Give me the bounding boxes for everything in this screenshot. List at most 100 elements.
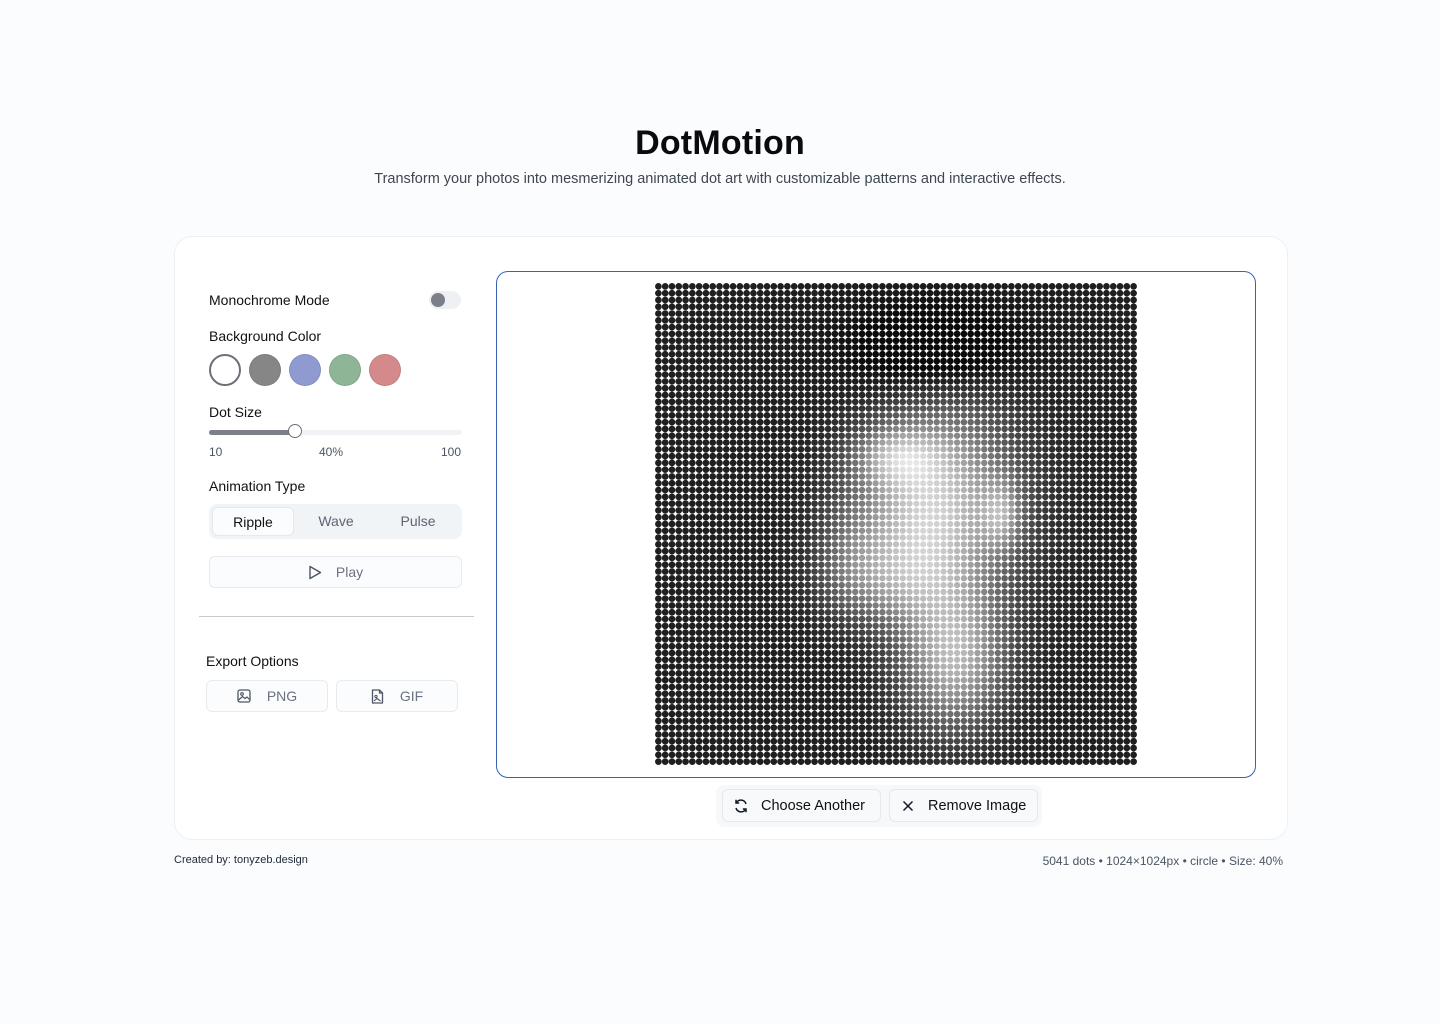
- dot: [987, 554, 995, 562]
- dot: [1082, 425, 1090, 433]
- dot-size-slider[interactable]: [209, 424, 462, 438]
- background-swatch[interactable]: [329, 354, 361, 386]
- dot: [838, 364, 846, 372]
- dot: [777, 371, 784, 378]
- dot: [851, 636, 859, 643]
- export-gif-button[interactable]: GIF: [336, 680, 458, 712]
- dot: [722, 473, 730, 480]
- dot: [763, 378, 771, 385]
- dot: [1048, 642, 1056, 650]
- dot: [811, 588, 818, 596]
- dot: [1062, 439, 1070, 446]
- dot: [1021, 398, 1029, 406]
- dot: [1048, 303, 1056, 311]
- dot: [702, 541, 710, 548]
- dot: [1014, 541, 1022, 548]
- dot: [1042, 500, 1049, 507]
- dot: [675, 751, 683, 759]
- dot: [1055, 391, 1063, 399]
- dot: [1069, 513, 1076, 521]
- dot: [1109, 316, 1117, 324]
- dot: [750, 337, 757, 345]
- animation-option-ripple[interactable]: Ripple: [212, 507, 294, 536]
- dot: [784, 520, 791, 528]
- animation-option-wave[interactable]: Wave: [295, 507, 377, 536]
- dot-art-canvas[interactable]: [655, 283, 1137, 765]
- dot: [940, 663, 947, 670]
- dot: [1055, 289, 1063, 297]
- dot: [845, 683, 852, 691]
- dot: [756, 344, 764, 351]
- dot: [811, 581, 818, 589]
- dot: [865, 371, 873, 379]
- dot: [1028, 303, 1036, 311]
- dot: [722, 744, 730, 752]
- dot: [1001, 289, 1008, 297]
- dot: [1028, 656, 1036, 664]
- dot: [1001, 446, 1008, 453]
- dot: [1062, 500, 1070, 507]
- dot: [933, 446, 940, 453]
- dot: [865, 751, 873, 759]
- dot: [777, 316, 784, 324]
- dot: [1035, 568, 1042, 575]
- dot: [668, 445, 676, 453]
- dot: [899, 323, 907, 331]
- dot: [892, 493, 900, 500]
- dot: [682, 554, 689, 562]
- dot: [886, 446, 893, 453]
- dot: [1109, 636, 1117, 643]
- dot: [879, 724, 886, 731]
- background-swatch[interactable]: [249, 354, 281, 386]
- dot: [750, 330, 757, 338]
- dot: [852, 527, 859, 534]
- dot: [994, 744, 1002, 752]
- dot: [722, 608, 730, 616]
- dot: [702, 330, 710, 338]
- dot: [906, 622, 913, 630]
- dot: [756, 717, 764, 725]
- dot: [1062, 391, 1070, 399]
- dot: [879, 683, 886, 691]
- dot: [1082, 493, 1090, 501]
- animation-option-pulse[interactable]: Pulse: [377, 507, 459, 536]
- dot: [974, 690, 981, 697]
- dot: [953, 418, 961, 426]
- dot: [886, 507, 893, 514]
- dot: [865, 710, 873, 718]
- slider-thumb[interactable]: [288, 424, 303, 438]
- dot: [784, 541, 791, 548]
- export-png-button[interactable]: PNG: [206, 680, 328, 712]
- dot: [1069, 378, 1076, 385]
- dot: [811, 439, 818, 446]
- dot: [865, 670, 873, 677]
- dot: [1103, 744, 1110, 752]
- dot: [892, 751, 900, 759]
- dot: [1055, 330, 1063, 338]
- dot: [940, 704, 947, 711]
- dot: [1055, 588, 1063, 596]
- dot-art-preview[interactable]: [496, 271, 1256, 778]
- dot: [1075, 581, 1083, 589]
- dot: [736, 507, 744, 514]
- dot: [668, 588, 676, 596]
- dot: [899, 554, 906, 562]
- dot: [1001, 615, 1008, 623]
- dot: [777, 513, 784, 521]
- monochrome-toggle[interactable]: [429, 291, 461, 309]
- dot: [736, 425, 744, 433]
- dot: [811, 310, 818, 317]
- play-button[interactable]: Play: [209, 556, 462, 588]
- dot: [729, 642, 737, 650]
- background-swatch[interactable]: [289, 354, 321, 386]
- dot: [913, 731, 920, 738]
- background-swatch[interactable]: [209, 354, 241, 386]
- dot: [1062, 622, 1070, 630]
- background-swatch[interactable]: [369, 354, 401, 386]
- dot: [702, 316, 710, 324]
- dot: [1096, 500, 1104, 507]
- dot: [1109, 602, 1117, 609]
- dot: [851, 384, 859, 392]
- dot: [743, 547, 750, 555]
- dot: [682, 527, 689, 535]
